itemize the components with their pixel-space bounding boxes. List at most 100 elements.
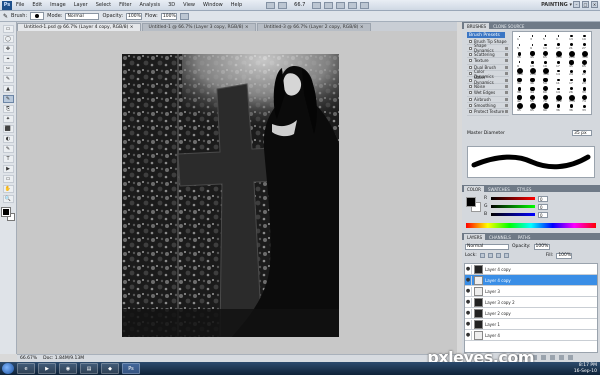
fill-field[interactable]: 100% <box>556 252 573 259</box>
menu-layer[interactable]: Layer <box>70 2 92 8</box>
zoom-level[interactable]: 66.7 <box>294 2 305 8</box>
color-foreground-swatch[interactable] <box>466 197 476 207</box>
layer-row[interactable]: ● Layer 2 copy <box>465 308 597 319</box>
tab-brushes[interactable]: BRUSHES <box>464 23 490 29</box>
gradient-tool-icon[interactable]: ◐ <box>2 135 14 143</box>
healing-tool-icon[interactable]: ▲ <box>2 85 14 93</box>
lock-icon[interactable] <box>505 59 508 63</box>
blue-slider[interactable] <box>491 213 535 216</box>
foreground-background-colors[interactable] <box>0 207 15 221</box>
adjustment-layer-icon[interactable] <box>541 355 546 360</box>
document-tab-2[interactable]: Untitled-1 @ 66.7% (Layer 3 copy, RGB/8)… <box>141 23 256 31</box>
lock-icon[interactable] <box>505 52 508 56</box>
zoom-tool-panel-icon[interactable]: 🔍 <box>2 195 14 203</box>
eraser-tool-icon[interactable]: ⬛ <box>2 125 14 133</box>
tab-styles[interactable]: STYLES <box>514 186 535 192</box>
green-value[interactable]: 0 <box>538 203 548 210</box>
layer-row[interactable]: ● Layer 3 <box>465 286 597 297</box>
delete-layer-icon[interactable] <box>568 355 573 360</box>
tab-swatches[interactable]: SWATCHES <box>485 186 513 192</box>
status-zoom[interactable]: 66.67% <box>20 356 37 361</box>
checkbox[interactable] <box>469 91 472 95</box>
eye-icon[interactable]: ● <box>465 330 472 340</box>
brush-option[interactable]: Protect Texture <box>467 109 509 116</box>
lock-image-icon[interactable] <box>487 253 493 258</box>
layer-row[interactable]: ● Layer 1 <box>465 319 597 330</box>
foreground-color-swatch[interactable] <box>0 207 11 217</box>
type-tool-icon[interactable]: T <box>2 155 14 163</box>
hand-tool-panel-icon[interactable]: ✋ <box>2 185 14 193</box>
menu-window[interactable]: Window <box>199 2 227 8</box>
lasso-tool-icon[interactable]: ◯ <box>2 35 14 43</box>
opacity-field[interactable]: 100% <box>126 12 143 20</box>
checkbox[interactable] <box>469 59 472 63</box>
brush-tip-grid[interactable]: 1 3 5 9 13 19 5 9 13 17 21 27 35 45 65 100 200 300 9 13 19 17… <box>512 31 592 115</box>
screen-mode-icon[interactable] <box>360 1 370 9</box>
layer-row[interactable]: ● Layer 4 copy <box>465 275 597 286</box>
layer-row[interactable]: ● Layer 4 <box>465 330 597 341</box>
eye-icon[interactable]: ● <box>465 297 472 307</box>
layer-opacity-field[interactable]: 100% <box>533 243 550 250</box>
layer-row[interactable]: ● Layer 3 copy 2 <box>465 297 597 308</box>
checkbox[interactable] <box>469 97 472 101</box>
document-image[interactable] <box>122 54 339 337</box>
lock-icon[interactable] <box>505 91 508 95</box>
taskbar-photoshop-icon[interactable]: Ps <box>122 363 140 374</box>
brush-option[interactable]: Shape Dynamics <box>467 43 509 53</box>
taskbar-app-icon[interactable]: ◆ <box>101 363 119 374</box>
eye-icon[interactable]: ● <box>465 308 472 318</box>
color-spectrum-bar[interactable] <box>466 223 596 228</box>
lock-all-icon[interactable] <box>503 253 509 258</box>
master-diameter-field[interactable]: 35 px <box>572 130 592 136</box>
mini-bridge-icon[interactable] <box>278 1 288 9</box>
lock-icon[interactable] <box>505 110 508 114</box>
marquee-tool-icon[interactable]: ▭ <box>2 25 14 33</box>
lock-icon[interactable] <box>505 97 508 101</box>
checkbox[interactable] <box>469 40 472 44</box>
arrange-documents-icon[interactable] <box>348 1 358 9</box>
start-button[interactable] <box>2 363 14 374</box>
mode-select[interactable]: Normal <box>65 12 100 20</box>
eye-icon[interactable]: ● <box>465 319 472 329</box>
menu-view[interactable]: View <box>179 2 199 8</box>
brush-option[interactable]: Other Dynamics <box>467 75 509 85</box>
checkbox[interactable] <box>469 84 472 88</box>
taskbar-firefox-icon[interactable]: ◉ <box>59 363 77 374</box>
checkbox[interactable] <box>469 104 472 108</box>
new-group-icon[interactable] <box>550 355 555 360</box>
menu-edit[interactable]: Edit <box>28 2 46 8</box>
flow-field[interactable]: 100% <box>160 12 177 20</box>
menu-file[interactable]: File <box>12 2 28 8</box>
brush-tool-icon-panel[interactable]: ✎ <box>2 95 14 103</box>
new-layer-icon[interactable] <box>559 355 564 360</box>
document-tab-1[interactable]: Untitled-1.psd @ 66.7% (Layer 4 copy, RG… <box>17 23 141 31</box>
brush-tip-dot[interactable] <box>519 35 520 37</box>
tab-layers[interactable]: LAYERS <box>464 234 486 240</box>
canvas-area[interactable] <box>17 31 457 354</box>
minimize-icon[interactable]: – <box>573 1 580 8</box>
menu-filter[interactable]: Filter <box>115 2 135 8</box>
menu-3d[interactable]: 3D <box>164 2 179 8</box>
checkbox[interactable] <box>469 72 472 76</box>
bridge-icon[interactable] <box>266 1 276 9</box>
eye-icon[interactable]: ● <box>465 286 472 296</box>
tab-channels[interactable]: CHANNELS <box>486 234 514 240</box>
lock-position-icon[interactable] <box>495 253 501 258</box>
quick-select-tool-icon[interactable]: ⌖ <box>2 55 14 63</box>
taskbar-media-icon[interactable]: ▶ <box>38 363 56 374</box>
lock-icon[interactable] <box>505 46 508 50</box>
close-icon[interactable]: × <box>591 1 598 8</box>
layer-row[interactable]: ● Layer 4 copy <box>465 264 597 275</box>
lock-icon[interactable] <box>505 84 508 88</box>
move-tool-icon[interactable]: ✥ <box>2 45 14 53</box>
eye-icon[interactable]: ● <box>465 264 472 274</box>
shape-tool-icon[interactable]: ▭ <box>2 175 14 183</box>
zoom-tool-icon[interactable] <box>324 1 334 9</box>
red-value[interactable]: 0 <box>538 195 548 202</box>
blue-value[interactable]: 0 <box>538 211 548 218</box>
lock-transparent-icon[interactable] <box>479 253 485 258</box>
tab-color[interactable]: COLOR <box>464 186 484 192</box>
clone-stamp-tool-icon[interactable]: ⎘ <box>2 105 14 113</box>
lock-icon[interactable] <box>505 104 508 108</box>
checkbox[interactable] <box>469 46 472 50</box>
